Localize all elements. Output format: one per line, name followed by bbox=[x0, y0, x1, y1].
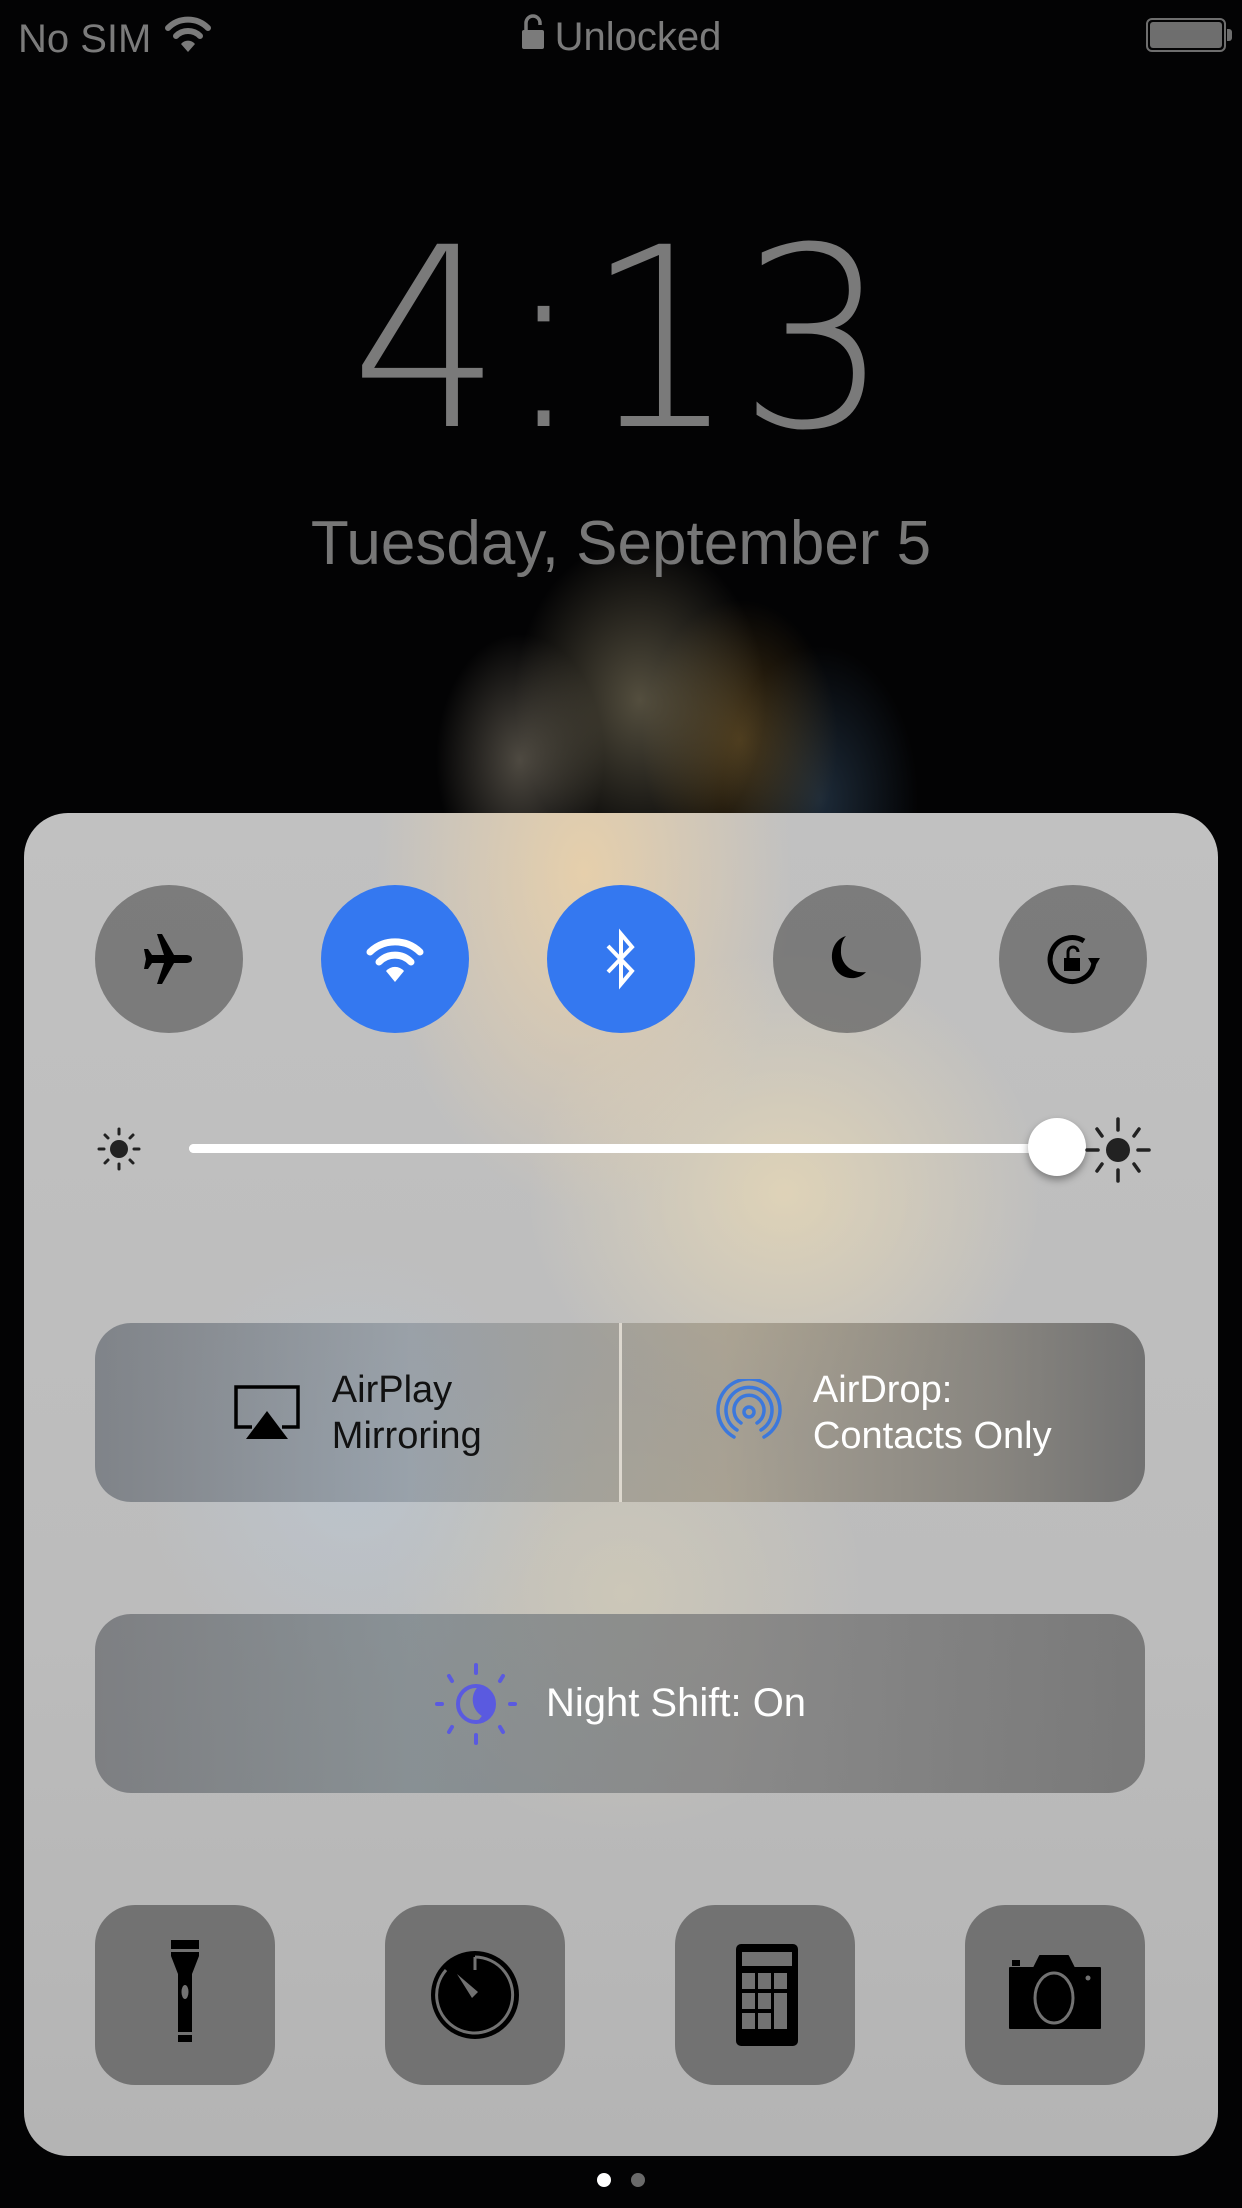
brightness-slider-knob[interactable] bbox=[1028, 1118, 1086, 1176]
airdrop-label-line1: AirDrop: bbox=[812, 1368, 953, 1411]
airplay-mirroring-button[interactable]: AirPlay Mirroring bbox=[95, 1323, 619, 1502]
status-bar: No SIM Unlocked bbox=[0, 0, 1242, 72]
lock-status-label: Unlocked bbox=[554, 14, 722, 59]
airplay-icon bbox=[234, 1384, 300, 1439]
lock-screen-date: Tuesday, September 5 bbox=[310, 509, 932, 578]
status-right bbox=[1146, 18, 1232, 52]
flashlight-button[interactable] bbox=[95, 1905, 275, 2085]
night-shift-button[interactable]: Night Shift: On bbox=[95, 1614, 1145, 1793]
calculator-button[interactable] bbox=[675, 1905, 855, 2085]
status-center: Unlocked bbox=[0, 14, 1242, 60]
night-shift-icon bbox=[434, 1662, 517, 1745]
page-indicator[interactable] bbox=[0, 2173, 1242, 2187]
brightness-slider[interactable] bbox=[189, 1118, 1086, 1176]
sun-large-icon bbox=[1085, 1117, 1151, 1183]
camera-button[interactable] bbox=[965, 1905, 1145, 2085]
bluetooth-toggle[interactable] bbox=[547, 885, 695, 1033]
calculator-icon bbox=[736, 1944, 798, 2046]
battery-fill bbox=[1150, 22, 1222, 48]
night-shift-label: Night Shift: On bbox=[545, 1681, 807, 1725]
airplay-label: AirPlay Mirroring bbox=[332, 1367, 482, 1459]
rotation-lock-icon bbox=[1047, 935, 1100, 984]
wifi-icon bbox=[366, 938, 424, 982]
airplay-label-line2: Mirroring bbox=[331, 1414, 482, 1457]
airdrop-label-line2: Contacts Only bbox=[812, 1414, 1052, 1457]
airplane-icon bbox=[144, 934, 192, 984]
timer-icon bbox=[431, 1951, 519, 2039]
share-row: AirPlay Mirroring AirDrop: Contacts Only bbox=[95, 1323, 1145, 1502]
brightness-control bbox=[95, 1103, 1151, 1193]
do-not-disturb-toggle[interactable] bbox=[773, 885, 921, 1033]
timer-button[interactable] bbox=[385, 1905, 565, 2085]
toggle-row bbox=[95, 885, 1147, 1033]
bluetooth-icon bbox=[606, 928, 635, 990]
shortcut-row bbox=[95, 1905, 1145, 2085]
battery-icon bbox=[1146, 18, 1232, 52]
airplane-mode-toggle[interactable] bbox=[95, 885, 243, 1033]
moon-icon bbox=[831, 936, 866, 979]
airdrop-label: AirDrop: Contacts Only bbox=[813, 1367, 1052, 1459]
airdrop-button[interactable]: AirDrop: Contacts Only bbox=[622, 1323, 1146, 1502]
flashlight-icon bbox=[171, 1940, 199, 2042]
unlocked-padlock-icon bbox=[521, 14, 547, 60]
page-dot[interactable] bbox=[597, 2173, 611, 2187]
rotation-lock-toggle[interactable] bbox=[999, 885, 1147, 1033]
wifi-toggle[interactable] bbox=[321, 885, 469, 1033]
page-dot[interactable] bbox=[631, 2173, 645, 2187]
lock-screen-time: 4:13 bbox=[350, 194, 892, 485]
airplay-label-line1: AirPlay bbox=[331, 1368, 453, 1411]
brightness-slider-fill bbox=[189, 1144, 1057, 1153]
airdrop-icon bbox=[716, 1378, 782, 1439]
battery-nub bbox=[1227, 29, 1232, 41]
control-center-panel: AirPlay Mirroring AirDrop: Contacts Only bbox=[24, 813, 1218, 2156]
camera-icon bbox=[1009, 1955, 1101, 2029]
sun-small-icon bbox=[97, 1127, 141, 1171]
